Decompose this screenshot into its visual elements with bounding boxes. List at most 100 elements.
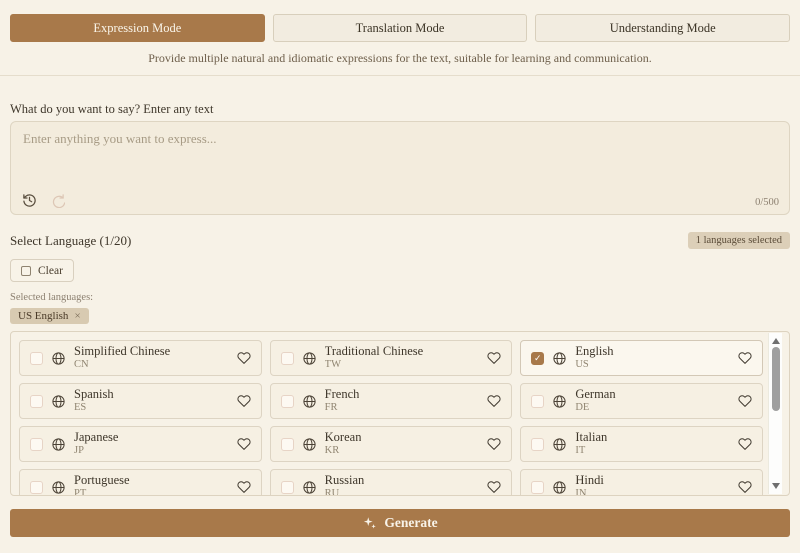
selected-language-chip[interactable]: US English × [10, 308, 89, 324]
scrollbar-down-arrow[interactable] [769, 480, 783, 492]
language-code: RU [325, 488, 365, 496]
heart-icon[interactable] [237, 394, 251, 408]
language-card[interactable]: SpanishES [19, 383, 262, 419]
language-checkbox[interactable] [30, 352, 43, 365]
input-label: What do you want to say? Enter any text [10, 102, 790, 117]
globe-icon [302, 437, 317, 452]
tab-understanding-mode[interactable]: Understanding Mode [535, 14, 790, 42]
globe-icon [552, 394, 567, 409]
language-card[interactable]: HindiIN [520, 469, 763, 496]
globe-icon [51, 437, 66, 452]
scrollbar-thumb[interactable] [772, 347, 780, 411]
language-checkbox[interactable] [281, 395, 294, 408]
chip-remove-icon[interactable]: × [74, 310, 80, 322]
language-code: TW [325, 359, 424, 371]
clear-button-label: Clear [38, 265, 63, 277]
mode-tabs: Expression Mode Translation Mode Underst… [10, 14, 790, 42]
heart-icon[interactable] [738, 394, 752, 408]
language-name: Spanish [74, 388, 114, 402]
language-code: JP [74, 445, 118, 457]
globe-icon [51, 351, 66, 366]
heart-icon[interactable] [487, 394, 501, 408]
language-code: US [575, 359, 613, 371]
language-code: IN [575, 488, 603, 496]
language-checkbox[interactable] [281, 352, 294, 365]
heart-icon[interactable] [237, 351, 251, 365]
generate-button[interactable]: Generate [10, 509, 790, 537]
language-name: Traditional Chinese [325, 345, 424, 359]
language-checkbox[interactable] [30, 481, 43, 494]
heart-icon[interactable] [738, 351, 752, 365]
mode-description: Provide multiple natural and idiomatic e… [0, 51, 800, 66]
language-card[interactable]: RussianRU [270, 469, 513, 496]
language-name: German [575, 388, 615, 402]
heart-icon[interactable] [738, 480, 752, 494]
language-checkbox[interactable] [30, 395, 43, 408]
language-checkbox[interactable] [281, 481, 294, 494]
language-card[interactable]: Simplified ChineseCN [19, 340, 262, 376]
globe-icon [302, 351, 317, 366]
clear-checkbox-icon [21, 266, 31, 276]
language-code: IT [575, 445, 607, 457]
language-name: English [575, 345, 613, 359]
languages-selected-badge: 1 languages selected [688, 232, 790, 249]
language-card[interactable]: KoreanKR [270, 426, 513, 462]
chip-label: US English [18, 310, 68, 322]
language-name: French [325, 388, 360, 402]
divider [0, 75, 800, 76]
globe-icon [51, 480, 66, 495]
language-name: Japanese [74, 431, 118, 445]
clear-button[interactable]: Clear [10, 259, 74, 282]
generate-button-label: Generate [384, 515, 437, 531]
globe-icon [51, 394, 66, 409]
reset-icon[interactable] [49, 192, 65, 208]
language-name: Korean [325, 431, 362, 445]
language-code: ES [74, 402, 114, 414]
heart-icon[interactable] [738, 437, 752, 451]
language-name: Russian [325, 474, 365, 488]
language-name: Portuguese [74, 474, 130, 488]
heart-icon[interactable] [237, 437, 251, 451]
language-code: DE [575, 402, 615, 414]
heart-icon[interactable] [237, 480, 251, 494]
language-code: PT [74, 488, 130, 496]
language-name: Italian [575, 431, 607, 445]
char-counter: 0/500 [755, 197, 779, 208]
expression-textarea[interactable] [11, 122, 789, 184]
language-checkbox[interactable] [531, 395, 544, 408]
globe-icon [552, 480, 567, 495]
scrollbar-up-arrow[interactable] [769, 335, 783, 347]
heart-icon[interactable] [487, 437, 501, 451]
language-card[interactable]: Traditional ChineseTW [270, 340, 513, 376]
language-checkbox[interactable]: ✓ [531, 352, 544, 365]
language-checkbox[interactable] [30, 438, 43, 451]
selected-languages-label: Selected languages: [10, 292, 790, 303]
select-language-title: Select Language (1/20) [10, 233, 131, 249]
language-checkbox[interactable] [531, 438, 544, 451]
language-checkbox[interactable] [531, 481, 544, 494]
tab-expression-mode[interactable]: Expression Mode [10, 14, 265, 42]
globe-icon [552, 437, 567, 452]
globe-icon [552, 351, 567, 366]
language-card[interactable]: ItalianIT [520, 426, 763, 462]
language-code: CN [74, 359, 170, 371]
text-input-box: 0/500 [10, 121, 790, 215]
language-grid-container: Simplified ChineseCNTraditional ChineseT… [10, 331, 790, 496]
textarea-toolbar [21, 192, 65, 208]
language-card[interactable]: PortuguesePT [19, 469, 262, 496]
language-checkbox[interactable] [281, 438, 294, 451]
language-card[interactable]: FrenchFR [270, 383, 513, 419]
language-grid: Simplified ChineseCNTraditional ChineseT… [11, 332, 789, 496]
language-card[interactable]: JapaneseJP [19, 426, 262, 462]
history-icon[interactable] [21, 192, 37, 208]
scrollbar[interactable] [768, 333, 782, 494]
language-code: FR [325, 402, 360, 414]
language-code: KR [325, 445, 362, 457]
globe-icon [302, 480, 317, 495]
language-card[interactable]: ✓ EnglishUS [520, 340, 763, 376]
tab-translation-mode[interactable]: Translation Mode [273, 14, 528, 42]
language-card[interactable]: GermanDE [520, 383, 763, 419]
language-name: Simplified Chinese [74, 345, 170, 359]
heart-icon[interactable] [487, 351, 501, 365]
heart-icon[interactable] [487, 480, 501, 494]
